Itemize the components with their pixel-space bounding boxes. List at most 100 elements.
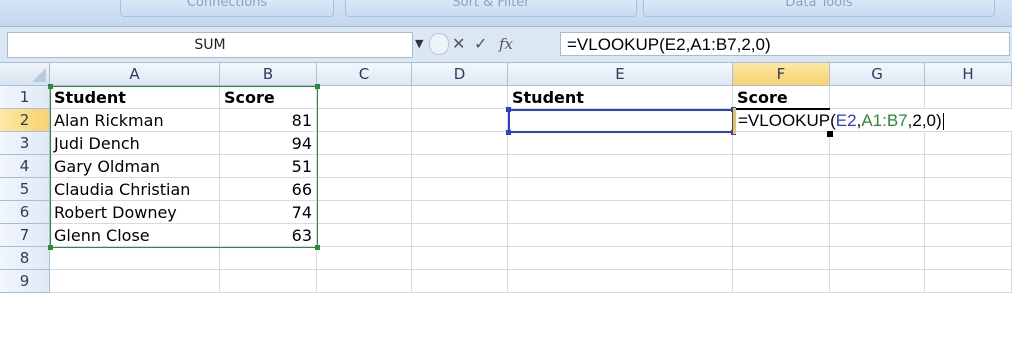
cell-a3[interactable]: Judi Dench bbox=[50, 132, 220, 155]
cell-e2[interactable] bbox=[508, 109, 733, 132]
cell-c8[interactable] bbox=[317, 247, 412, 270]
cell-e5[interactable] bbox=[508, 178, 733, 201]
cell-a8[interactable] bbox=[50, 247, 220, 270]
cell-c5[interactable] bbox=[317, 178, 412, 201]
cell-f3[interactable] bbox=[733, 132, 830, 155]
cell-e9[interactable] bbox=[508, 270, 733, 293]
ribbon-group-data-tools[interactable]: Data Tools bbox=[643, 0, 995, 17]
cell-b3[interactable]: 94 bbox=[220, 132, 317, 155]
x-cancel-icon[interactable]: ✕ bbox=[452, 33, 465, 55]
cell-b6[interactable]: 74 bbox=[220, 201, 317, 224]
cell-e7[interactable] bbox=[508, 224, 733, 247]
column-header-e[interactable]: E bbox=[508, 63, 733, 86]
cell-h4[interactable] bbox=[925, 155, 1012, 178]
cell-d9[interactable] bbox=[412, 270, 508, 293]
insert-function-icon[interactable]: fx bbox=[499, 33, 513, 55]
cell-g1[interactable] bbox=[830, 86, 925, 109]
column-header-d[interactable]: D bbox=[412, 63, 508, 86]
cell-c7[interactable] bbox=[317, 224, 412, 247]
cell-b1[interactable]: Score bbox=[220, 86, 317, 109]
cell-a1[interactable]: Student bbox=[50, 86, 220, 109]
cell-h8[interactable] bbox=[925, 247, 1012, 270]
checkmark-icon[interactable]: ✓ bbox=[474, 33, 487, 55]
cell-g8[interactable] bbox=[830, 247, 925, 270]
column-header-g[interactable]: G bbox=[830, 63, 925, 86]
cell-d1[interactable] bbox=[412, 86, 508, 109]
cell-f9[interactable] bbox=[733, 270, 830, 293]
cell-g6[interactable] bbox=[830, 201, 925, 224]
cell-b5[interactable]: 66 bbox=[220, 178, 317, 201]
cell-h7[interactable] bbox=[925, 224, 1012, 247]
row-header-6[interactable]: 6 bbox=[0, 201, 50, 224]
column-header-c[interactable]: C bbox=[317, 63, 412, 86]
row-header-4[interactable]: 4 bbox=[0, 155, 50, 178]
range-handle[interactable] bbox=[315, 245, 320, 250]
cell-e8[interactable] bbox=[508, 247, 733, 270]
cell-d2[interactable] bbox=[412, 109, 508, 132]
cell-a7[interactable]: Glenn Close bbox=[50, 224, 220, 247]
cell-h5[interactable] bbox=[925, 178, 1012, 201]
cell-f5[interactable] bbox=[733, 178, 830, 201]
dropdown-arrow-icon[interactable]: ▼ bbox=[415, 33, 423, 55]
cell-c1[interactable] bbox=[317, 86, 412, 109]
cell-c6[interactable] bbox=[317, 201, 412, 224]
name-box[interactable]: SUM bbox=[7, 32, 413, 58]
cell-d7[interactable] bbox=[412, 224, 508, 247]
cell-d5[interactable] bbox=[412, 178, 508, 201]
cell-b8[interactable] bbox=[220, 247, 317, 270]
range-handle[interactable] bbox=[506, 130, 511, 135]
cell-e3[interactable] bbox=[508, 132, 733, 155]
cell-c4[interactable] bbox=[317, 155, 412, 178]
ribbon-group-connections[interactable]: Connections bbox=[120, 0, 334, 17]
select-all-button[interactable] bbox=[0, 63, 50, 86]
cell-b2[interactable]: 81 bbox=[220, 109, 317, 132]
cell-f7[interactable] bbox=[733, 224, 830, 247]
cell-h3[interactable] bbox=[925, 132, 1012, 155]
cell-b9[interactable] bbox=[220, 270, 317, 293]
cell-h1[interactable] bbox=[925, 86, 1012, 109]
cell-g3[interactable] bbox=[830, 132, 925, 155]
cell-f8[interactable] bbox=[733, 247, 830, 270]
row-header-1[interactable]: 1 bbox=[0, 86, 50, 109]
cell-e4[interactable] bbox=[508, 155, 733, 178]
row-header-2[interactable]: 2 bbox=[0, 109, 50, 132]
cell-e1[interactable]: Student bbox=[508, 86, 733, 109]
cell-c2[interactable] bbox=[317, 109, 412, 132]
cell-h6[interactable] bbox=[925, 201, 1012, 224]
cell-e6[interactable] bbox=[508, 201, 733, 224]
range-handle[interactable] bbox=[48, 245, 53, 250]
cell-d8[interactable] bbox=[412, 247, 508, 270]
cell-d3[interactable] bbox=[412, 132, 508, 155]
column-header-f[interactable]: F bbox=[733, 63, 830, 86]
cell-a5[interactable]: Claudia Christian bbox=[50, 178, 220, 201]
range-handle[interactable] bbox=[506, 107, 511, 112]
cell-f6[interactable] bbox=[733, 201, 830, 224]
cell-b7[interactable]: 63 bbox=[220, 224, 317, 247]
cell-a2[interactable]: Alan Rickman bbox=[50, 109, 220, 132]
column-header-b[interactable]: B bbox=[220, 63, 317, 86]
cell-a9[interactable] bbox=[50, 270, 220, 293]
cell-c9[interactable] bbox=[317, 270, 412, 293]
cell-g5[interactable] bbox=[830, 178, 925, 201]
cell-g7[interactable] bbox=[830, 224, 925, 247]
cell-b4[interactable]: 51 bbox=[220, 155, 317, 178]
cell-a4[interactable]: Gary Oldman bbox=[50, 155, 220, 178]
cell-f1[interactable]: Score bbox=[733, 86, 830, 109]
cell-d4[interactable] bbox=[412, 155, 508, 178]
row-header-5[interactable]: 5 bbox=[0, 178, 50, 201]
ribbon-group-sort-filter[interactable]: Sort & Filter bbox=[345, 0, 637, 17]
cell-h9[interactable] bbox=[925, 270, 1012, 293]
cell-c3[interactable] bbox=[317, 132, 412, 155]
range-handle[interactable] bbox=[315, 84, 320, 89]
cell-f4[interactable] bbox=[733, 155, 830, 178]
cell-g9[interactable] bbox=[830, 270, 925, 293]
range-handle[interactable] bbox=[48, 84, 53, 89]
column-header-a[interactable]: A bbox=[50, 63, 220, 86]
cell-d6[interactable] bbox=[412, 201, 508, 224]
cell-f2-editor[interactable]: =VLOOKUP(E2,A1:B7,2,0) bbox=[733, 109, 1012, 132]
row-header-3[interactable]: 3 bbox=[0, 132, 50, 155]
formula-bar-expand-icon[interactable] bbox=[429, 33, 449, 55]
fill-handle[interactable] bbox=[827, 131, 833, 137]
cell-a6[interactable]: Robert Downey bbox=[50, 201, 220, 224]
column-header-h[interactable]: H bbox=[925, 63, 1012, 86]
